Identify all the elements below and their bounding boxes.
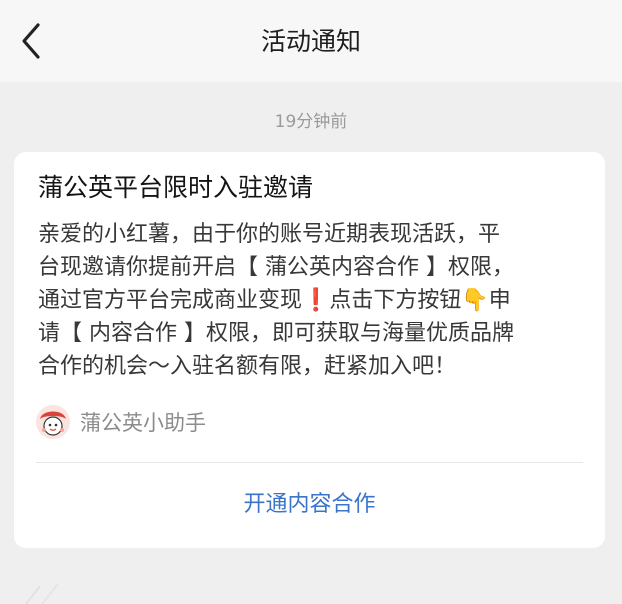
message-timestamp: 19分钟前	[274, 112, 348, 132]
partial-card-corner-icon	[25, 583, 59, 604]
card-divider	[36, 462, 583, 463]
sender-name: 蒲公英小助手	[80, 411, 206, 435]
avatar-icon[interactable]	[36, 405, 70, 439]
notification-body: 亲爱的小红薯，由于你的账号近期表现活跃，平 台现邀请你提前开启【 蒲公英内容合作…	[38, 222, 514, 379]
page-title: 活动通知	[260, 27, 361, 56]
notification-title: 蒲公英平台限时入驻邀请	[38, 173, 314, 202]
sender-info[interactable]: 蒲公英小助手	[36, 404, 206, 440]
notification-card[interactable]: 蒲公英平台限时入驻邀请 亲爱的小红薯，由于你的账号近期表现活跃，平 台现邀请你提…	[14, 152, 605, 548]
top-navigation-bar: 活动通知	[0, 0, 622, 82]
open-content-cooperation-button[interactable]: 开通内容合作	[36, 472, 583, 532]
